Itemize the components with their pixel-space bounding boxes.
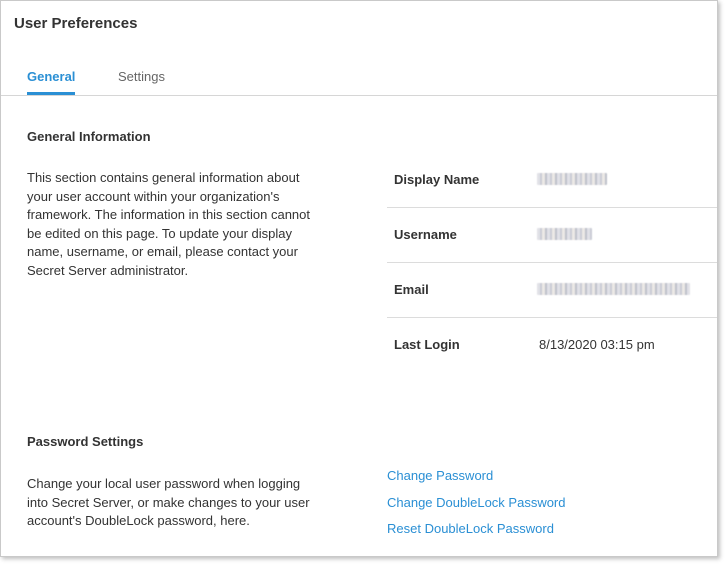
general-information-heading: General Information bbox=[27, 129, 151, 144]
change-doublelock-password-link[interactable]: Change DoubleLock Password bbox=[387, 494, 566, 512]
account-info-table: Display Name Username Email Last Login 8… bbox=[387, 153, 717, 372]
reset-doublelock-password-link[interactable]: Reset DoubleLock Password bbox=[387, 520, 566, 538]
tab-bar: General Settings bbox=[1, 61, 717, 96]
last-login-label: Last Login bbox=[394, 337, 460, 352]
username-label: Username bbox=[394, 227, 457, 242]
info-row-last-login: Last Login 8/13/2020 03:15 pm bbox=[387, 318, 717, 372]
info-row-username: Username bbox=[387, 208, 717, 263]
last-login-value: 8/13/2020 03:15 pm bbox=[539, 337, 655, 352]
email-redacted-value bbox=[537, 283, 690, 295]
display-name-redacted-value bbox=[537, 173, 607, 185]
password-settings-description: Change your local user password when log… bbox=[27, 476, 310, 529]
info-row-email: Email bbox=[387, 263, 717, 318]
page-title: User Preferences bbox=[14, 15, 138, 32]
info-row-display-name: Display Name bbox=[387, 153, 717, 208]
change-password-link[interactable]: Change Password bbox=[387, 467, 566, 485]
email-label: Email bbox=[394, 282, 429, 297]
tab-general[interactable]: General bbox=[27, 69, 75, 84]
password-settings-heading: Password Settings bbox=[27, 434, 144, 449]
active-tab-indicator bbox=[27, 92, 75, 95]
general-information-description: This section contains general informatio… bbox=[27, 170, 311, 278]
user-preferences-panel: User Preferences General Settings Genera… bbox=[0, 0, 718, 557]
tab-settings[interactable]: Settings bbox=[118, 69, 165, 84]
display-name-label: Display Name bbox=[394, 172, 480, 187]
password-links: Change Password Change DoubleLock Passwo… bbox=[387, 467, 566, 547]
username-redacted-value bbox=[537, 228, 592, 240]
